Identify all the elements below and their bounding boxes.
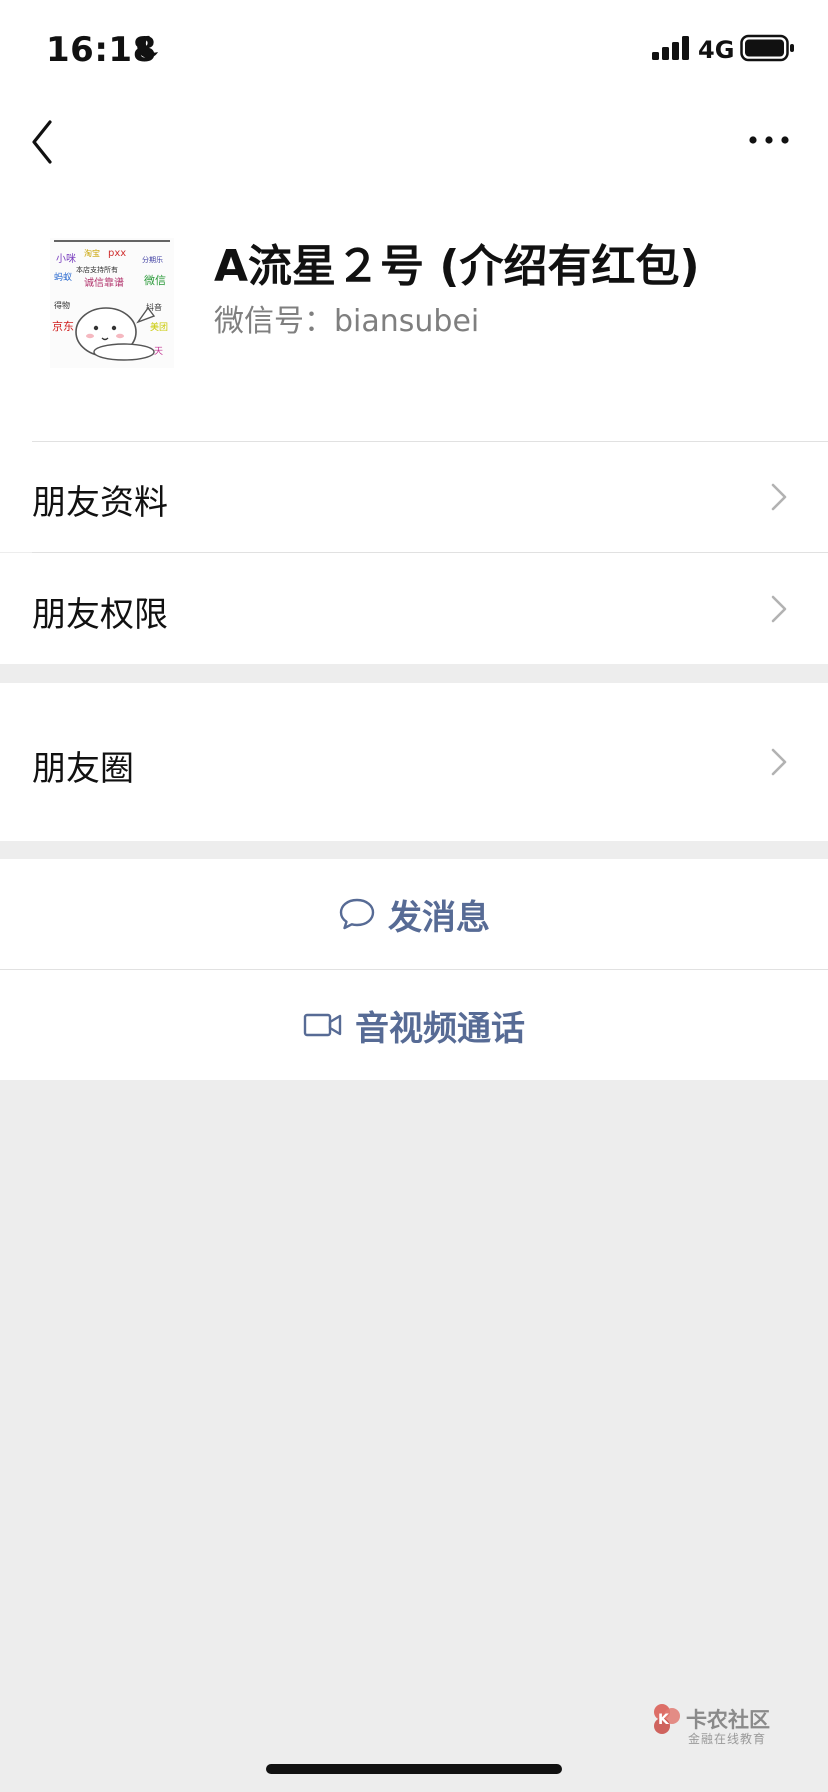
friend-permissions-label: 朋友权限 [32, 595, 168, 635]
svg-text:微信: 微信 [144, 273, 166, 287]
send-message-button[interactable]: 发消息 [0, 859, 828, 969]
status-bar: 16:18 4G [0, 0, 828, 100]
svg-text:淘宝: 淘宝 [84, 248, 100, 258]
chevron-right-icon [771, 483, 787, 511]
friend-info-label: 朋友资料 [32, 483, 168, 523]
svg-text:蚂蚁: 蚂蚁 [54, 271, 72, 283]
moments-label: 朋友圈 [32, 749, 134, 789]
svg-text:得物: 得物 [54, 300, 70, 310]
more-options-icon[interactable] [744, 124, 794, 160]
watermark-subtitle: 金融在线教育 [688, 1732, 767, 1746]
do-not-disturb-moon-icon [137, 35, 158, 58]
svg-text:京东: 京东 [52, 319, 74, 333]
network-type: 4G [698, 36, 735, 64]
profile-header: 小咪 淘宝 pxx 分期乐 蚂蚁 本店支持所有 诚信靠谱 微信 得物 抖音 京东… [0, 200, 828, 442]
svg-text:本店支持所有: 本店支持所有 [76, 265, 118, 274]
svg-text:K: K [658, 1712, 670, 1728]
send-message-label: 发消息 [388, 897, 490, 938]
avatar-image: 小咪 淘宝 pxx 分期乐 蚂蚁 本店支持所有 诚信靠谱 微信 得物 抖音 京东… [50, 238, 174, 368]
svg-text:小咪: 小咪 [56, 253, 76, 265]
back-chevron-icon[interactable] [26, 116, 66, 168]
contact-name: A流星２号 (介绍有红包) [214, 241, 700, 292]
wechat-id: 微信号：biansubei [214, 304, 480, 339]
cellular-signal-icon [652, 36, 689, 60]
friend-info-item[interactable]: 朋友资料 [0, 442, 828, 552]
svg-text:美团: 美团 [150, 321, 168, 333]
svg-text:分期乐: 分期乐 [142, 255, 163, 264]
svg-text:天: 天 [154, 347, 163, 357]
video-call-button[interactable]: 音视频通话 [0, 970, 828, 1080]
chevron-right-icon [771, 748, 787, 776]
friend-permissions-item[interactable]: 朋友权限 [0, 553, 828, 664]
battery-icon [740, 34, 794, 62]
home-indicator[interactable] [266, 1764, 562, 1774]
svg-text:pxx: pxx [108, 248, 126, 259]
avatar[interactable]: 小咪 淘宝 pxx 分期乐 蚂蚁 本店支持所有 诚信靠谱 微信 得物 抖音 京东… [50, 238, 174, 368]
svg-text:诚信靠谱: 诚信靠谱 [84, 276, 124, 289]
kanong-logo-icon: K [654, 1704, 680, 1734]
video-call-label: 音视频通话 [355, 1008, 525, 1049]
moments-item[interactable]: 朋友圈 [0, 683, 828, 841]
chat-bubble-icon [339, 898, 375, 930]
chevron-right-icon [771, 595, 787, 623]
video-camera-icon [303, 1013, 342, 1037]
nav-bar [0, 100, 828, 200]
